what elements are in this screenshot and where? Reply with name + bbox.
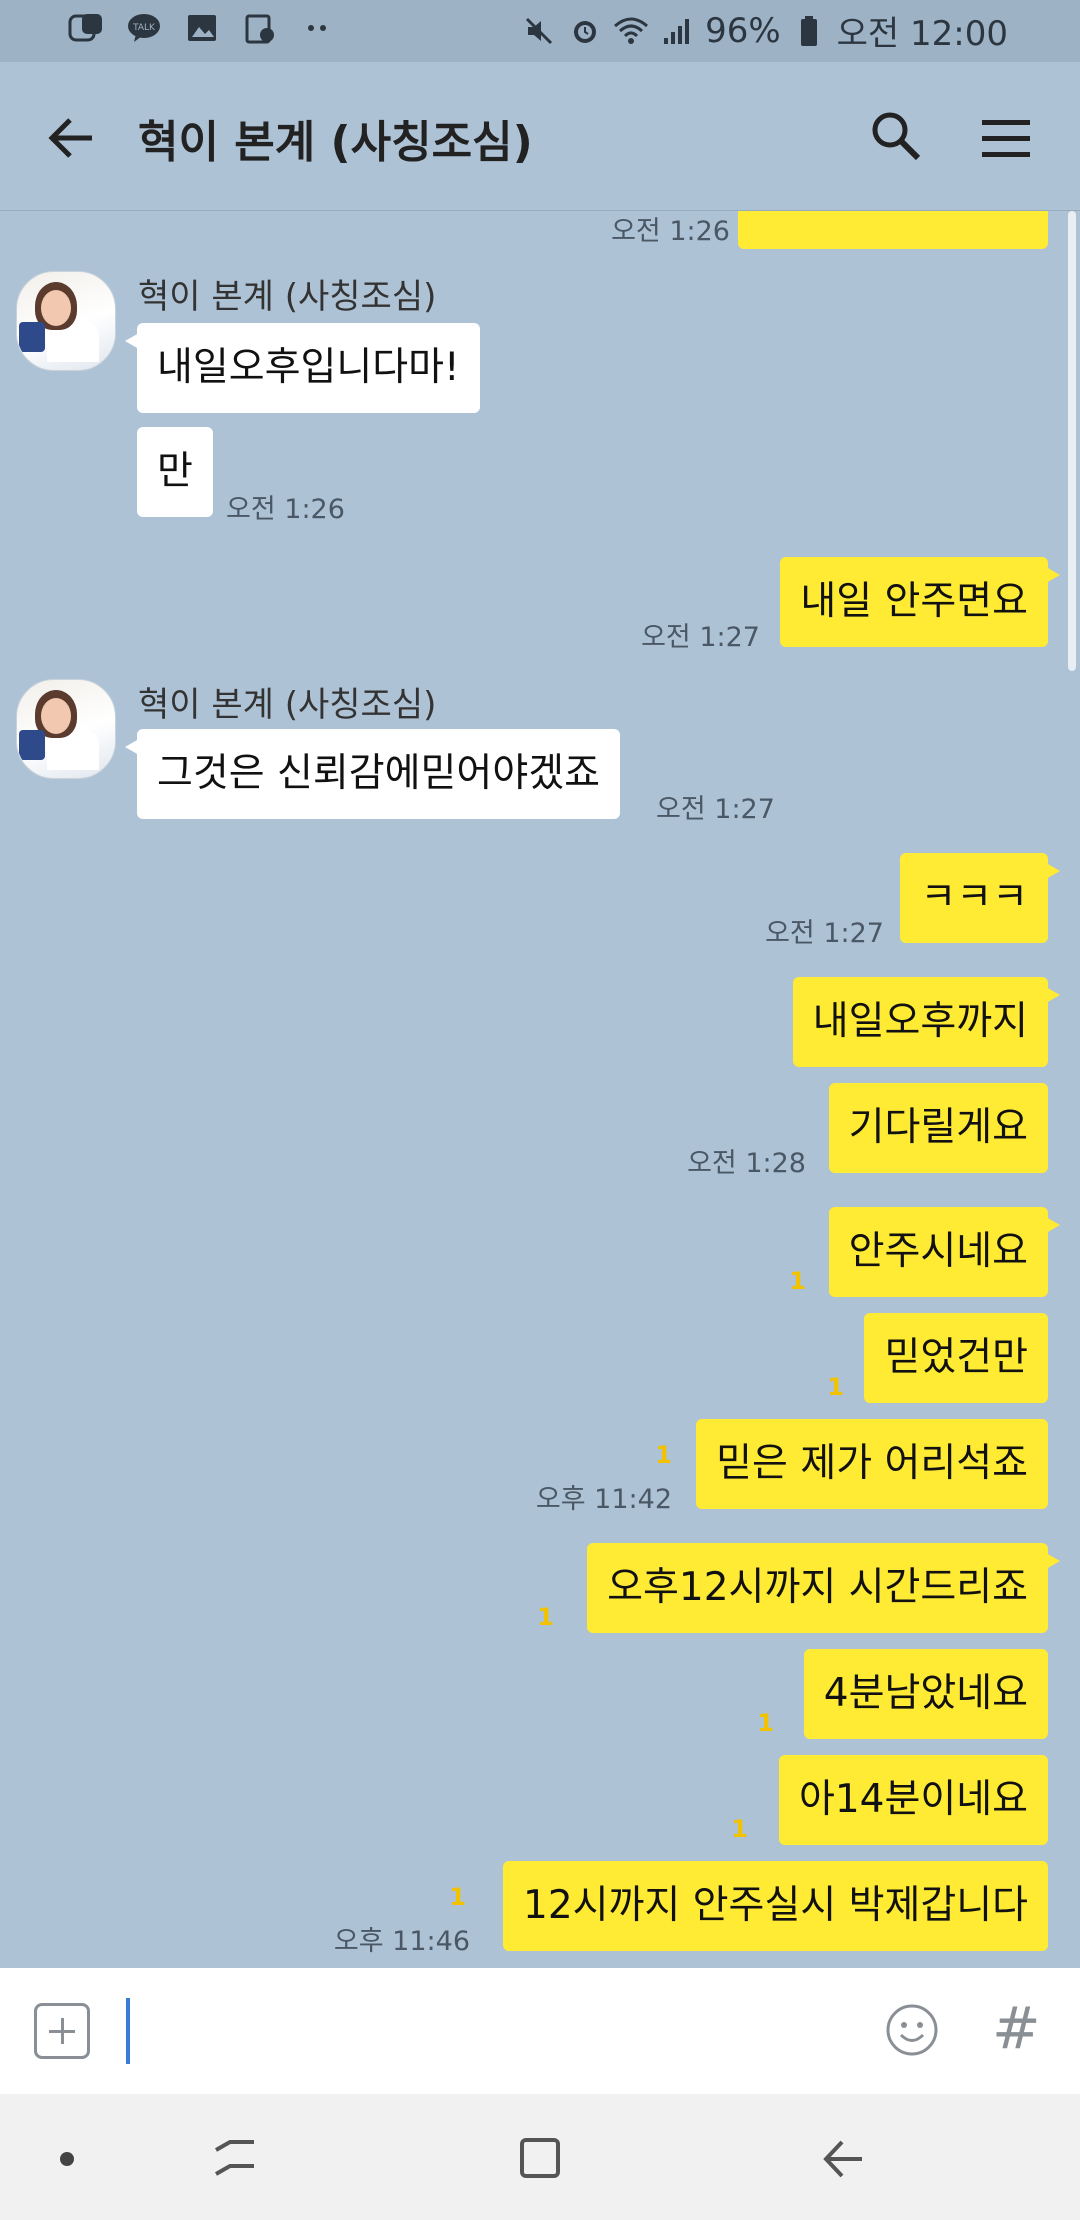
notification-icons: TALK — [68, 10, 336, 46]
kakaotalk-icon: TALK — [126, 10, 162, 46]
message-bubble-outgoing[interactable]: 내일오후까지 — [792, 977, 1061, 1067]
chat-header: 혁이 본계 (사칭조심) — [0, 62, 1080, 211]
unread-count: 1 — [537, 1603, 554, 1631]
message-bubble-outgoing[interactable]: ㅋㅋㅋ — [900, 853, 1060, 943]
message-bubble-outgoing[interactable]: 믿은 제가 어리석죠 — [696, 1419, 1048, 1509]
system-status: 96% 오전 12:00 — [521, 6, 1008, 55]
message-time: 오전 1:26 — [226, 494, 345, 525]
avatar[interactable] — [16, 271, 116, 371]
message-bubble-partial[interactable] — [738, 211, 1048, 249]
unread-count: 1 — [757, 1709, 774, 1737]
scrollbar[interactable] — [1068, 211, 1076, 671]
chat-messages[interactable]: 오전 1:26 혁이 본계 (사칭조심) 내일오후입니다마! 만 오전 1:26… — [0, 211, 1080, 1968]
hash-icon[interactable]: # — [992, 1994, 1041, 2062]
message-bubble-outgoing[interactable]: 12시까지 안주실시 박제갑니다 — [503, 1861, 1048, 1951]
message-time: 오전 1:27 — [641, 622, 760, 653]
message-bubble-outgoing[interactable]: 오후12시까지 시간드리죠 — [587, 1543, 1060, 1633]
chat-title: 혁이 본계 (사칭조심) — [138, 117, 533, 168]
message-time: 오전 1:28 — [687, 1148, 806, 1179]
message-time: 오전 1:26 — [611, 216, 730, 247]
mute-icon — [521, 13, 557, 49]
gallery-icon — [184, 10, 220, 46]
message-input[interactable] — [126, 1998, 130, 2064]
status-bar: TALK 96% 오전 12:00 — [0, 0, 1080, 62]
message-time: 오전 1:27 — [656, 794, 775, 825]
nav-dot-icon[interactable] — [60, 2152, 74, 2166]
message-bubble-outgoing[interactable]: 믿었건만 — [864, 1313, 1048, 1403]
battery-icon — [791, 13, 827, 49]
back-arrow-icon[interactable] — [44, 110, 100, 166]
sender-name: 혁이 본계 (사칭조심) — [138, 277, 437, 317]
message-time: 오후 11:42 — [535, 1484, 672, 1515]
system-nav-bar — [0, 2094, 1080, 2220]
home-icon[interactable] — [516, 2134, 564, 2182]
search-icon[interactable] — [868, 108, 924, 164]
avatar[interactable] — [16, 679, 116, 779]
message-bubble-outgoing[interactable]: 기다릴게요 — [828, 1083, 1048, 1173]
alarm-icon — [567, 13, 603, 49]
calendar-icon — [242, 10, 278, 46]
battery-percent: 96% — [705, 10, 781, 51]
unread-count: 1 — [827, 1373, 844, 1401]
talk-app-icon — [68, 10, 104, 46]
message-bubble-outgoing[interactable]: 아14분이네요 — [778, 1755, 1048, 1845]
more-notifications-icon — [300, 10, 336, 46]
message-input-bar: # — [0, 1968, 1080, 2094]
clock: 오전 12:00 — [836, 14, 1008, 54]
sender-name: 혁이 본계 (사칭조심) — [138, 685, 437, 725]
message-bubble-outgoing[interactable]: 4분남았네요 — [803, 1649, 1048, 1739]
message-bubble-outgoing[interactable]: 내일 안주면요 — [780, 557, 1060, 647]
message-time: 오후 11:46 — [333, 1926, 470, 1957]
recent-apps-icon[interactable] — [210, 2136, 260, 2180]
emoji-icon[interactable] — [884, 2002, 940, 2058]
wifi-icon — [613, 13, 649, 49]
unread-count: 1 — [731, 1815, 748, 1843]
message-bubble-outgoing[interactable]: 안주시네요 — [828, 1207, 1061, 1297]
signal-icon — [659, 13, 695, 49]
unread-count: 1 — [789, 1267, 806, 1295]
plus-icon[interactable] — [34, 2003, 90, 2059]
unread-count: 1 — [449, 1883, 466, 1911]
svg-text:TALK: TALK — [132, 23, 156, 33]
nav-back-icon[interactable] — [818, 2136, 868, 2182]
message-bubble-incoming[interactable]: 만 — [137, 427, 213, 517]
menu-icon[interactable] — [976, 110, 1036, 166]
message-time: 오전 1:27 — [765, 918, 884, 949]
message-bubble-incoming[interactable]: 내일오후입니다마! — [125, 323, 480, 413]
unread-count: 1 — [655, 1441, 672, 1469]
message-bubble-incoming[interactable]: 그것은 신뢰감에믿어야겠죠 — [125, 729, 620, 819]
